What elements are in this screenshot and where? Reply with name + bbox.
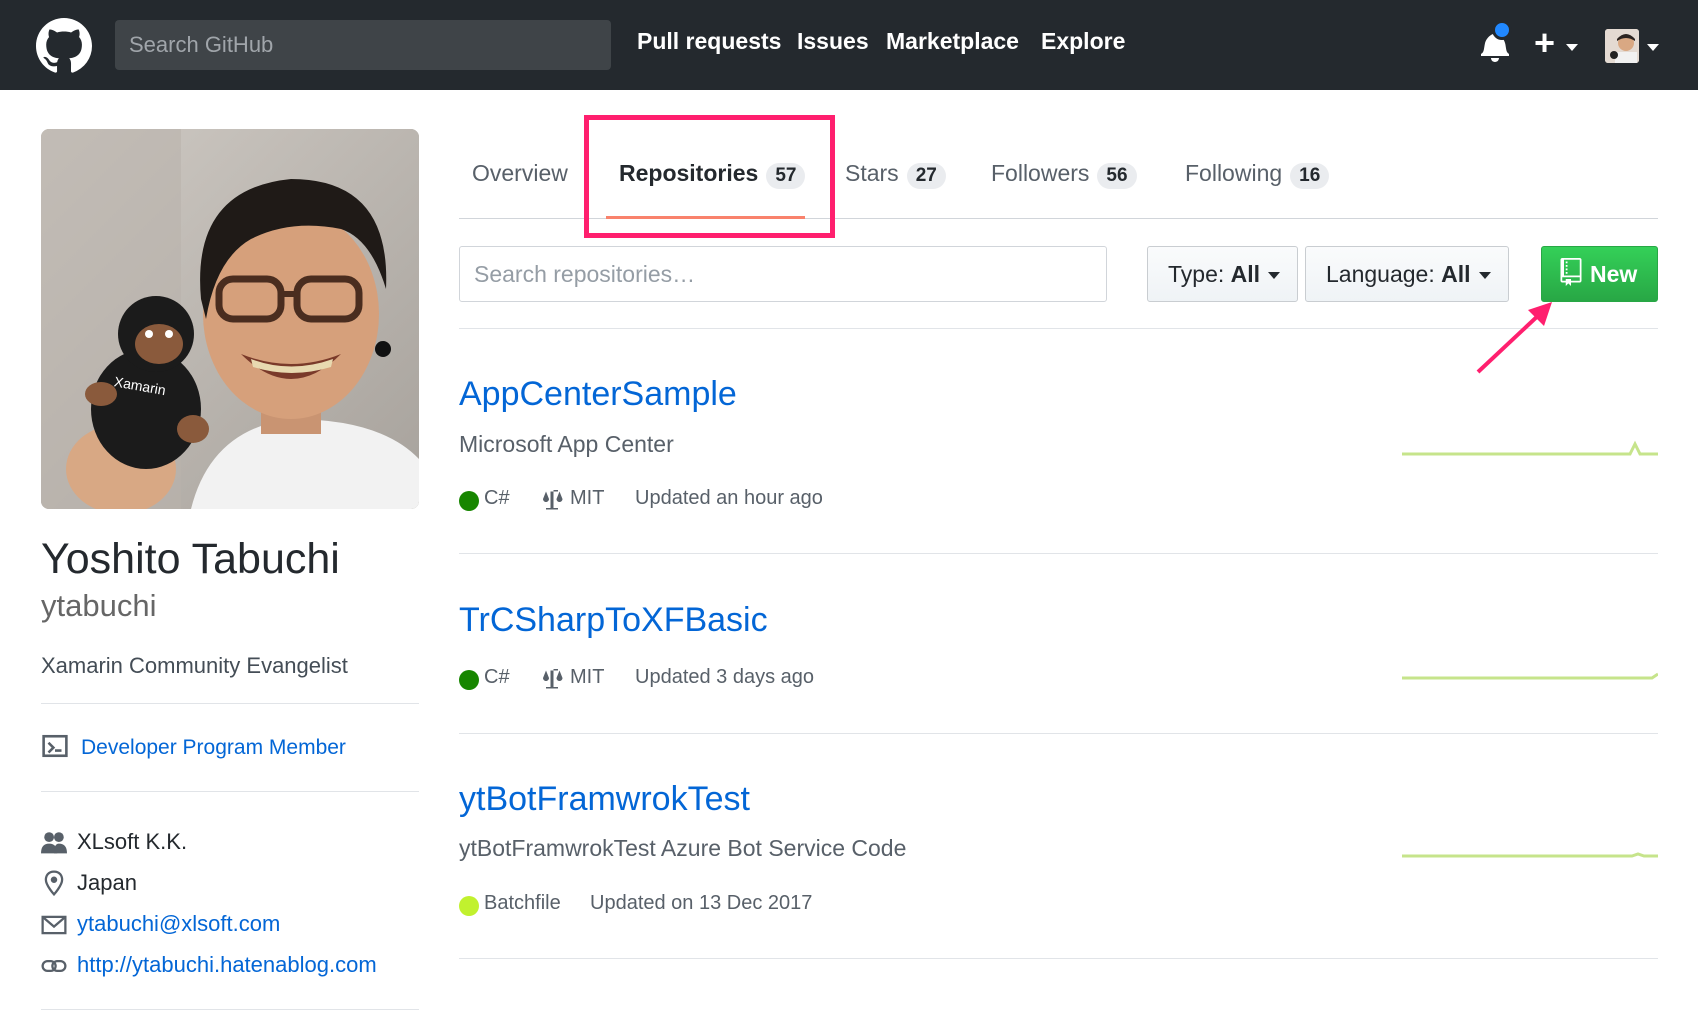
link-icon xyxy=(41,959,67,973)
repo-description: ytBotFramwrokTest Azure Bot Service Code xyxy=(459,835,907,861)
user-menu-caret-icon[interactable] xyxy=(1647,44,1659,51)
create-new-plus-icon[interactable]: + xyxy=(1534,22,1555,64)
profile-company: XLsoft K.K. xyxy=(77,829,188,854)
profile-bio: Xamarin Community Evangelist xyxy=(41,653,348,678)
type-filter-select[interactable]: Type: All xyxy=(1147,246,1298,302)
repo-updated: Updated on 13 Dec 2017 xyxy=(590,892,813,914)
mail-icon xyxy=(41,915,67,935)
activity-sparkline xyxy=(1402,672,1658,680)
activity-sparkline xyxy=(1402,852,1658,858)
tab-following[interactable]: Following 16 xyxy=(1185,160,1330,189)
law-scale-icon xyxy=(543,667,563,689)
followers-count: 56 xyxy=(1097,163,1137,189)
repository-search-input[interactable]: Search repositories… xyxy=(459,246,1107,302)
global-search-input[interactable]: Search GitHub xyxy=(115,20,611,70)
repo-divider xyxy=(459,553,1658,554)
language-color-dot xyxy=(459,670,479,690)
profile-username: ytabuchi xyxy=(41,588,157,623)
repo-language: C# xyxy=(484,666,510,688)
notification-indicator xyxy=(1492,20,1512,40)
profile-email-link[interactable]: ytabuchi@xlsoft.com xyxy=(77,911,280,937)
tab-overview[interactable]: Overview xyxy=(472,160,568,187)
nav-pull-requests[interactable]: Pull requests xyxy=(637,28,781,55)
sidebar-divider xyxy=(41,791,419,792)
law-scale-icon xyxy=(543,488,563,510)
repo-name-link[interactable]: AppCenterSample xyxy=(459,375,737,414)
repo-divider xyxy=(459,733,1658,734)
language-color-dot xyxy=(459,896,479,916)
github-logo-icon[interactable] xyxy=(36,18,92,74)
repo-license: MIT xyxy=(570,666,605,688)
stars-count: 27 xyxy=(906,163,946,189)
nav-issues[interactable]: Issues xyxy=(797,28,869,55)
following-count: 16 xyxy=(1290,163,1330,189)
organization-icon xyxy=(41,832,67,854)
repo-language: Batchfile xyxy=(484,892,561,914)
language-filter-select[interactable]: Language: All xyxy=(1305,246,1509,302)
repo-updated: Updated 3 days ago xyxy=(635,666,815,688)
tab-followers[interactable]: Followers 56 xyxy=(991,160,1137,189)
repo-meta: C# MIT Updated an hour ago xyxy=(459,487,959,513)
repo-updated: Updated an hour ago xyxy=(635,487,823,509)
tab-stars[interactable]: Stars 27 xyxy=(845,160,946,189)
repo-name-link[interactable]: TrCSharpToXFBasic xyxy=(459,601,768,640)
activity-sparkline xyxy=(1402,440,1658,456)
chevron-down-icon xyxy=(1268,272,1281,280)
annotation-highlight-box xyxy=(584,115,835,238)
sidebar-divider xyxy=(41,703,419,704)
annotation-arrow-icon xyxy=(1476,302,1552,374)
developer-program-link[interactable]: Developer Program Member xyxy=(81,736,346,760)
language-color-dot xyxy=(459,491,479,511)
repo-language: C# xyxy=(484,487,510,509)
developer-program-icon xyxy=(42,734,68,758)
repo-divider xyxy=(459,958,1658,959)
user-menu-avatar[interactable] xyxy=(1605,29,1639,63)
nav-marketplace[interactable]: Marketplace xyxy=(886,28,1019,55)
new-repository-button[interactable]: New xyxy=(1541,246,1658,302)
repo-meta: C# MIT Updated 3 days ago xyxy=(459,666,959,692)
profile-location: Japan xyxy=(77,870,137,895)
repo-description: Microsoft App Center xyxy=(459,431,674,457)
create-menu-caret-icon[interactable] xyxy=(1566,44,1578,51)
chevron-down-icon xyxy=(1478,272,1491,280)
profile-avatar: Xamarin xyxy=(41,129,419,509)
profile-website-link[interactable]: http://ytabuchi.hatenablog.com xyxy=(77,952,377,978)
profile-fullname: Yoshito Tabuchi xyxy=(41,535,340,583)
global-header: Search GitHub Pull requests Issues Marke… xyxy=(0,0,1698,90)
repo-book-icon xyxy=(1560,258,1582,286)
nav-explore[interactable]: Explore xyxy=(1041,28,1125,55)
sidebar-divider xyxy=(41,1009,419,1010)
repo-meta: Batchfile Updated on 13 Dec 2017 xyxy=(459,892,959,918)
repo-license: MIT xyxy=(570,487,605,509)
location-icon xyxy=(44,870,64,896)
repo-name-link[interactable]: ytBotFramwrokTest xyxy=(459,780,750,819)
